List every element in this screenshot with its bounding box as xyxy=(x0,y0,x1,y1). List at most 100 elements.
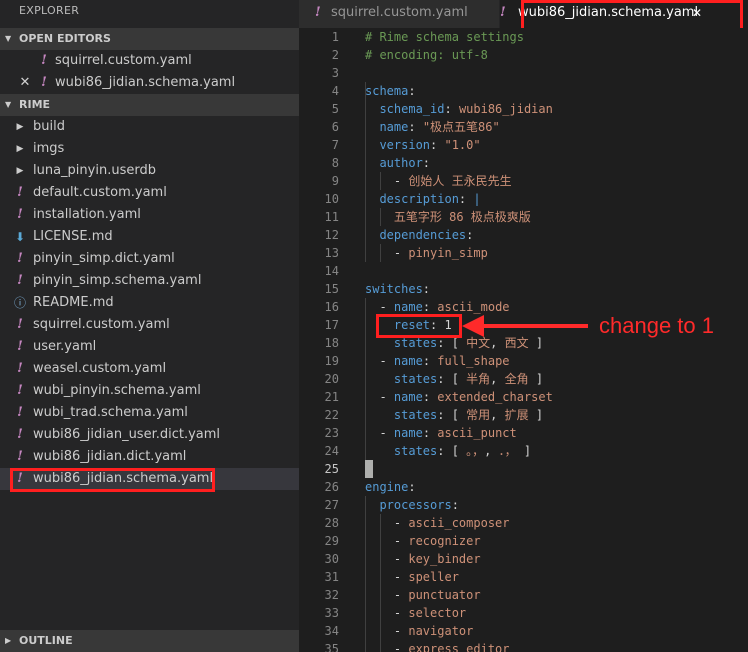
tree-item[interactable]: ! wubi86_jidian.schema.yaml xyxy=(0,468,299,490)
code-token: key_binder xyxy=(408,552,481,566)
code-line[interactable]: - name: ascii_punct xyxy=(365,424,516,442)
code-line[interactable]: processors: xyxy=(365,496,459,514)
code-token: 常用 xyxy=(466,408,491,422)
yaml-exclamation-icon: ! xyxy=(500,5,506,20)
code-line[interactable]: version: "1.0" xyxy=(365,136,480,154)
code-token: express_editor xyxy=(408,642,510,652)
open-editors-header[interactable]: ▼ OPEN EDITORS xyxy=(0,28,299,50)
line-number: 12 xyxy=(324,228,339,242)
code-token: - xyxy=(365,246,409,260)
code-line[interactable]: description: | xyxy=(365,190,480,208)
open-editor-item-squirrel-custom[interactable]: ! squirrel.custom.yaml xyxy=(0,50,299,72)
tree-item[interactable]: ▶ imgs xyxy=(0,138,299,160)
tree-item-label: wubi86_jidian.dict.yaml xyxy=(33,449,187,464)
chevron-right-icon: ▶ xyxy=(5,636,12,645)
tree-item-label: user.yaml xyxy=(33,339,97,354)
code-line[interactable]: - pinyin_simp xyxy=(365,244,488,262)
tree-item[interactable]: ! wubi_trad.schema.yaml xyxy=(0,402,299,424)
code-token: ascii_composer xyxy=(408,516,510,530)
code-token: : xyxy=(422,300,438,314)
close-icon[interactable]: ✕ xyxy=(19,72,31,94)
code-line[interactable]: states: [ 常用, 扩展 ] xyxy=(365,406,543,424)
tree-item[interactable]: ! wubi86_jidian.dict.yaml xyxy=(0,446,299,468)
tree-item[interactable]: ! installation.yaml xyxy=(0,204,299,226)
code-token: 创始人 王永民先生 xyxy=(408,174,512,188)
code-token: 全角 xyxy=(504,372,529,386)
code-line[interactable]: - express_editor xyxy=(365,640,510,652)
code-line[interactable]: schema_id: wubi86_jidian xyxy=(365,100,552,118)
code-line[interactable]: # Rime schema settings xyxy=(365,28,524,46)
code-line[interactable]: switches: xyxy=(365,280,430,298)
tree-item[interactable]: ! default.custom.yaml xyxy=(0,182,299,204)
code-line[interactable]: # encoding: utf-8 xyxy=(365,46,488,64)
code-line[interactable]: states: [ 半角, 全角 ] xyxy=(365,370,543,388)
code-token: : [ xyxy=(437,372,467,386)
code-token: , xyxy=(490,408,505,422)
code-line[interactable]: 五笔字形 86 极点极爽版 xyxy=(365,208,531,226)
code-token: - xyxy=(365,174,409,188)
tree-item-label: default.custom.yaml xyxy=(33,185,167,200)
code-line[interactable]: - punctuator xyxy=(365,586,481,604)
line-number: 19 xyxy=(324,354,339,368)
code-editor[interactable]: 1 # Rime schema settings 2 # encoding: utf-… xyxy=(299,28,748,652)
tab-squirrel-custom[interactable]: ! squirrel.custom.yaml xyxy=(299,0,499,28)
tree-item[interactable]: ! wubi_pinyin.schema.yaml xyxy=(0,380,299,402)
line-number: 14 xyxy=(324,264,339,278)
line-number: 4 xyxy=(331,84,339,98)
code-token: name xyxy=(393,300,423,314)
close-icon[interactable]: ✕ xyxy=(692,0,702,26)
code-line[interactable]: - navigator xyxy=(365,622,474,640)
tree-item[interactable]: ! pinyin_simp.schema.yaml xyxy=(0,270,299,292)
code-token: - xyxy=(365,426,394,440)
code-line[interactable]: - 创始人 王永民先生 xyxy=(365,172,512,190)
code-line[interactable]: - selector xyxy=(365,604,466,622)
arrow-left-icon xyxy=(462,315,588,337)
code-line[interactable]: dependencies: xyxy=(365,226,473,244)
code-token: - xyxy=(365,534,409,548)
tree-item[interactable]: ⓘ README.md xyxy=(0,292,299,314)
open-editor-item-wubi86-schema[interactable]: ✕ ! wubi86_jidian.schema.yaml xyxy=(0,72,299,94)
code-line[interactable]: engine: xyxy=(365,478,416,496)
tree-item[interactable]: ! user.yaml xyxy=(0,336,299,358)
code-line[interactable]: - speller xyxy=(365,568,459,586)
code-token: states xyxy=(365,372,438,386)
tree-item[interactable]: ! weasel.custom.yaml xyxy=(0,358,299,380)
tab-wubi86-schema[interactable]: ! wubi86_jidian.schema.yaml ✕ xyxy=(500,0,748,28)
code-token: 。， xyxy=(466,444,485,458)
open-editor-label: squirrel.custom.yaml xyxy=(55,53,192,68)
code-token: ] xyxy=(528,372,544,386)
code-token: name xyxy=(365,120,409,134)
line-number: 15 xyxy=(324,282,339,296)
code-line[interactable]: author: xyxy=(365,154,430,172)
text-cursor xyxy=(365,460,373,478)
code-line[interactable]: - name: extended_charset xyxy=(365,388,552,406)
code-token: states xyxy=(365,408,438,422)
tree-item[interactable]: ▶ luna_pinyin.userdb xyxy=(0,160,299,182)
tree-item[interactable]: ! pinyin_simp.dict.yaml xyxy=(0,248,299,270)
yaml-exclamation-icon: ! xyxy=(17,427,23,442)
tree-item[interactable]: ! squirrel.custom.yaml xyxy=(0,314,299,336)
rime-folder-label: RIME xyxy=(19,98,51,111)
code-line[interactable]: - name: full_shape xyxy=(365,352,509,370)
yaml-exclamation-icon: ! xyxy=(41,53,47,68)
outline-header[interactable]: ▶ OUTLINE xyxy=(0,630,299,652)
code-token: dependencies xyxy=(365,228,467,242)
tree-item[interactable]: ! wubi86_jidian_user.dict.yaml xyxy=(0,424,299,446)
tree-item[interactable]: ⬇ LICENSE.md xyxy=(0,226,299,248)
rime-folder-header[interactable]: ▼ RIME xyxy=(0,94,299,116)
code-token: - xyxy=(365,606,409,620)
code-line[interactable]: name: "极点五笔86" xyxy=(365,118,499,136)
code-line[interactable]: - recognizer xyxy=(365,532,481,550)
code-line[interactable]: reset: 1 xyxy=(365,316,452,334)
download-arrow-icon: ⬇ xyxy=(14,230,26,244)
line-number: 31 xyxy=(324,570,339,584)
code-token: 扩展 xyxy=(504,408,529,422)
tree-item-label: pinyin_simp.dict.yaml xyxy=(33,251,175,266)
code-line[interactable]: - ascii_composer xyxy=(365,514,510,532)
code-line[interactable]: states: [ 。，, ．， ] xyxy=(365,442,531,460)
code-line[interactable]: - key_binder xyxy=(365,550,481,568)
code-line[interactable]: schema: xyxy=(365,82,416,100)
code-token: : xyxy=(466,228,474,242)
code-token: speller xyxy=(408,570,459,584)
tree-item[interactable]: ▶ build xyxy=(0,116,299,138)
